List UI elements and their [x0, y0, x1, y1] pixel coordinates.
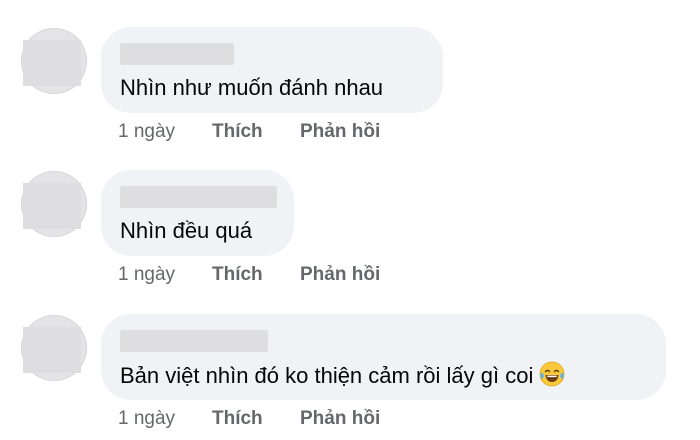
comment-text: Nhìn đều quá	[120, 218, 253, 243]
author-name-redacted[interactable]	[120, 43, 234, 65]
avatar-redaction	[23, 40, 81, 86]
comment-text: Nhìn như muốn đánh nhau	[120, 75, 384, 100]
comment-timestamp[interactable]: 1 ngày	[118, 263, 175, 287]
reply-button[interactable]: Phản hồi	[300, 263, 380, 287]
avatar[interactable]	[21, 28, 87, 94]
reply-button[interactable]: Phản hồi	[300, 120, 380, 144]
comment-timestamp[interactable]: 1 ngày	[118, 120, 175, 144]
author-name-redacted[interactable]	[120, 330, 268, 352]
comment-text: Bản việt nhìn đó ko thiện cảm rồi lấy gì…	[120, 363, 534, 388]
comment-timestamp[interactable]: 1 ngày	[118, 407, 175, 431]
like-button[interactable]: Thích	[212, 120, 263, 144]
avatar-redaction	[23, 183, 81, 229]
comment-bubble: Nhìn như muốn đánh nhau	[101, 27, 443, 113]
avatar[interactable]	[21, 171, 87, 237]
reply-button[interactable]: Phản hồi	[300, 407, 380, 431]
like-button[interactable]: Thích	[212, 407, 263, 431]
face-with-tears-of-joy-icon	[539, 361, 565, 387]
avatar-redaction	[23, 327, 81, 373]
comment-text-wrapper: Bản việt nhìn đó ko thiện cảm rồi lấy gì…	[120, 361, 565, 390]
comment-bubble: Nhìn đều quá	[101, 170, 294, 256]
like-button[interactable]: Thích	[212, 263, 263, 287]
author-name-redacted[interactable]	[120, 186, 277, 208]
avatar[interactable]	[21, 315, 87, 381]
comment-bubble: Bản việt nhìn đó ko thiện cảm rồi lấy gì…	[101, 314, 666, 400]
